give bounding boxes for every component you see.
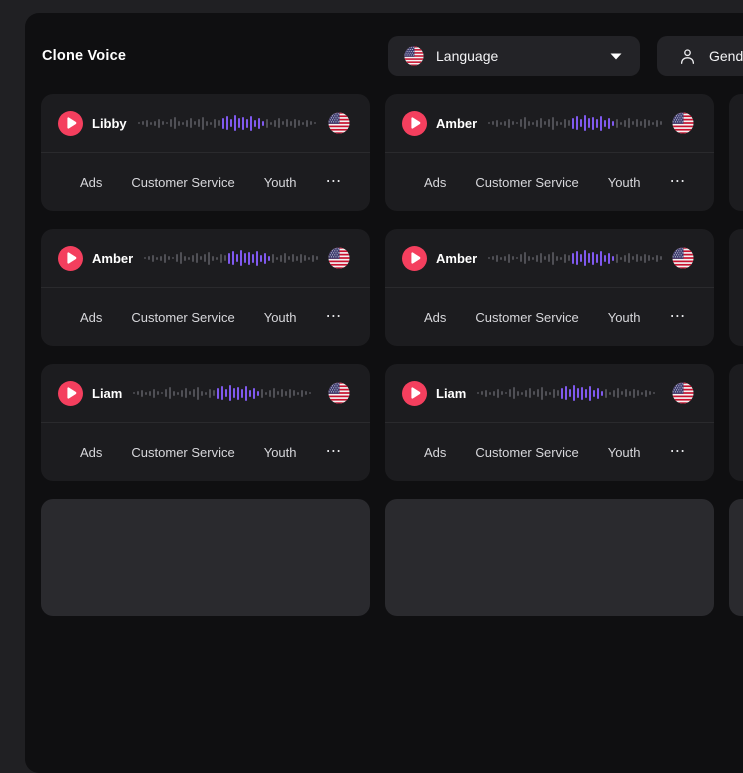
- tag-label: Ads: [424, 310, 446, 325]
- language-filter-dropdown[interactable]: Language: [388, 36, 640, 76]
- card-partial[interactable]: [385, 499, 714, 616]
- card-top-row: Liam: [385, 364, 714, 422]
- card-tags-row: Ads Customer Service Youth ⋯: [41, 153, 370, 211]
- main-panel: Clone Voice Language Gender Libby AdsCu: [25, 13, 743, 773]
- play-button[interactable]: [402, 246, 427, 271]
- tag-label: Youth: [608, 310, 641, 325]
- language-filter-label: Language: [436, 48, 498, 64]
- tag-label: Ads: [424, 175, 446, 190]
- waveform: [144, 229, 320, 287]
- waveform: [477, 364, 664, 422]
- tag-label: Youth: [264, 445, 297, 460]
- tag-label: Customer Service: [475, 175, 578, 190]
- voice-name: Amber: [436, 116, 477, 131]
- person-icon: [678, 47, 697, 66]
- tag-label: Customer Service: [131, 445, 234, 460]
- card-top-row: Libby: [41, 94, 370, 152]
- card-top-row: Amber: [385, 229, 714, 287]
- more-options-button[interactable]: ⋯: [326, 309, 343, 325]
- voice-card[interactable]: Liam Ads Customer Service Youth ⋯: [41, 364, 370, 481]
- tag-label: Ads: [80, 310, 102, 325]
- waveform: [488, 229, 664, 287]
- more-options-button[interactable]: ⋯: [670, 444, 687, 460]
- more-options-button[interactable]: ⋯: [326, 444, 343, 460]
- tag-label: Youth: [608, 445, 641, 460]
- play-button[interactable]: [402, 111, 427, 136]
- card-partial[interactable]: [41, 499, 370, 616]
- play-icon: [410, 252, 421, 264]
- tag-label: Ads: [80, 445, 102, 460]
- play-icon: [66, 387, 77, 399]
- voice-card[interactable]: Amber Ads Customer Service Youth ⋯: [41, 229, 370, 346]
- gender-filter-label: Gender: [709, 48, 743, 64]
- us-flag-icon: [328, 382, 350, 404]
- us-flag-icon: [672, 382, 694, 404]
- voice-name: Liam: [92, 386, 122, 401]
- card-partial[interactable]: [729, 229, 743, 346]
- voice-card-grid: Libby Ads Customer Service Youth ⋯ Amber Ad…: [41, 94, 743, 616]
- play-icon: [410, 387, 421, 399]
- play-button[interactable]: [402, 381, 427, 406]
- voice-card[interactable]: Amber Ads Customer Service Youth ⋯: [385, 94, 714, 211]
- voice-card[interactable]: Libby Ads Customer Service Youth ⋯: [41, 94, 370, 211]
- voice-name: Amber: [92, 251, 133, 266]
- us-flag-icon: [404, 46, 424, 66]
- more-options-button[interactable]: ⋯: [670, 309, 687, 325]
- play-icon: [66, 252, 77, 264]
- tag-label: Youth: [264, 310, 297, 325]
- tag-label: Youth: [264, 175, 297, 190]
- play-button[interactable]: [58, 381, 83, 406]
- tag-label: Customer Service: [131, 175, 234, 190]
- voice-card[interactable]: Liam Ads Customer Service Youth ⋯: [385, 364, 714, 481]
- us-flag-icon: [672, 112, 694, 134]
- card-top-row: Liam: [41, 364, 370, 422]
- waveform: [488, 94, 664, 152]
- play-icon: [410, 117, 421, 129]
- tag-label: Youth: [608, 175, 641, 190]
- card-tags-row: Ads Customer Service Youth ⋯: [385, 288, 714, 346]
- play-icon: [66, 117, 77, 129]
- card-partial[interactable]: [729, 364, 743, 481]
- tag-label: Ads: [424, 445, 446, 460]
- tag-label: Customer Service: [475, 310, 578, 325]
- voice-card[interactable]: Amber Ads Customer Service Youth ⋯: [385, 229, 714, 346]
- more-options-button[interactable]: ⋯: [670, 174, 687, 190]
- play-button[interactable]: [58, 246, 83, 271]
- waveform: [138, 94, 320, 152]
- card-tags-row: Ads Customer Service Youth ⋯: [385, 153, 714, 211]
- card-tags-row: Ads Customer Service Youth ⋯: [41, 423, 370, 481]
- card-tags-row: Ads Customer Service Youth ⋯: [41, 288, 370, 346]
- chevron-down-icon: [610, 53, 622, 60]
- page-title: Clone Voice: [42, 36, 126, 76]
- gender-filter-dropdown[interactable]: Gender: [657, 36, 743, 76]
- us-flag-icon: [672, 247, 694, 269]
- us-flag-icon: [328, 112, 350, 134]
- card-top-row: Amber: [41, 229, 370, 287]
- tag-label: Customer Service: [475, 445, 578, 460]
- us-flag-icon: [328, 247, 350, 269]
- card-tags-row: Ads Customer Service Youth ⋯: [385, 423, 714, 481]
- tag-label: Ads: [80, 175, 102, 190]
- voice-name: Libby: [92, 116, 127, 131]
- card-top-row: Amber: [385, 94, 714, 152]
- voice-name: Amber: [436, 251, 477, 266]
- tag-label: Customer Service: [131, 310, 234, 325]
- waveform: [133, 364, 320, 422]
- more-options-button[interactable]: ⋯: [326, 174, 343, 190]
- card-partial[interactable]: [729, 499, 743, 616]
- play-button[interactable]: [58, 111, 83, 136]
- voice-name: Liam: [436, 386, 466, 401]
- card-partial[interactable]: [729, 94, 743, 211]
